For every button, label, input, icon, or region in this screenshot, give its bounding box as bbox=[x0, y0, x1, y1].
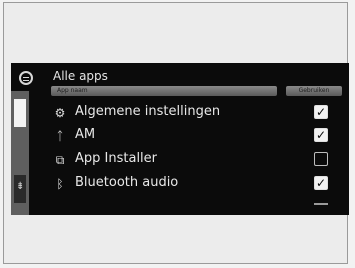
scroll-down-icon: ⇟ bbox=[16, 181, 25, 192]
list-item-label: App Installer bbox=[75, 151, 158, 166]
scroll-thumb[interactable] bbox=[14, 99, 26, 127]
item-checkbox[interactable] bbox=[314, 152, 328, 166]
item-checkbox[interactable]: ✓ bbox=[314, 105, 328, 119]
item-checkbox[interactable]: ✓ bbox=[314, 128, 328, 142]
app-list-screen: Alle apps App naam Gebruiken ⇟ ⚙ Algemen… bbox=[11, 63, 349, 215]
back-icon[interactable] bbox=[19, 71, 33, 85]
list-item[interactable]: ⚙ Algemene instellingen ✓ bbox=[51, 103, 341, 125]
column-header-enabled: Gebruiken bbox=[286, 86, 342, 96]
screen-title: Alle apps bbox=[53, 69, 108, 83]
manual-figure-frame: Alle apps App naam Gebruiken ⇟ ⚙ Algemen… bbox=[3, 2, 349, 264]
scroll-down-button[interactable]: ⇟ bbox=[14, 175, 26, 203]
list-item[interactable]: ⧉ App Installer bbox=[51, 150, 341, 172]
bluetooth-icon: ᛒ bbox=[56, 177, 64, 191]
next-item-indicator bbox=[314, 203, 328, 205]
list-item[interactable]: ᛏ AM ✓ bbox=[51, 126, 341, 148]
gear-icon: ⚙ bbox=[54, 106, 66, 120]
list-item[interactable]: ᛒ Bluetooth audio ✓ bbox=[51, 174, 341, 196]
list-item-label: Bluetooth audio bbox=[75, 175, 179, 190]
radio-antenna-icon: ᛏ bbox=[56, 129, 64, 143]
item-checkbox[interactable]: ✓ bbox=[314, 176, 328, 190]
list-item-label: Algemene instellingen bbox=[75, 104, 221, 119]
app-installer-icon: ⧉ bbox=[55, 153, 65, 167]
list-item-label: AM bbox=[75, 127, 96, 142]
column-header-name: App naam bbox=[51, 86, 277, 96]
